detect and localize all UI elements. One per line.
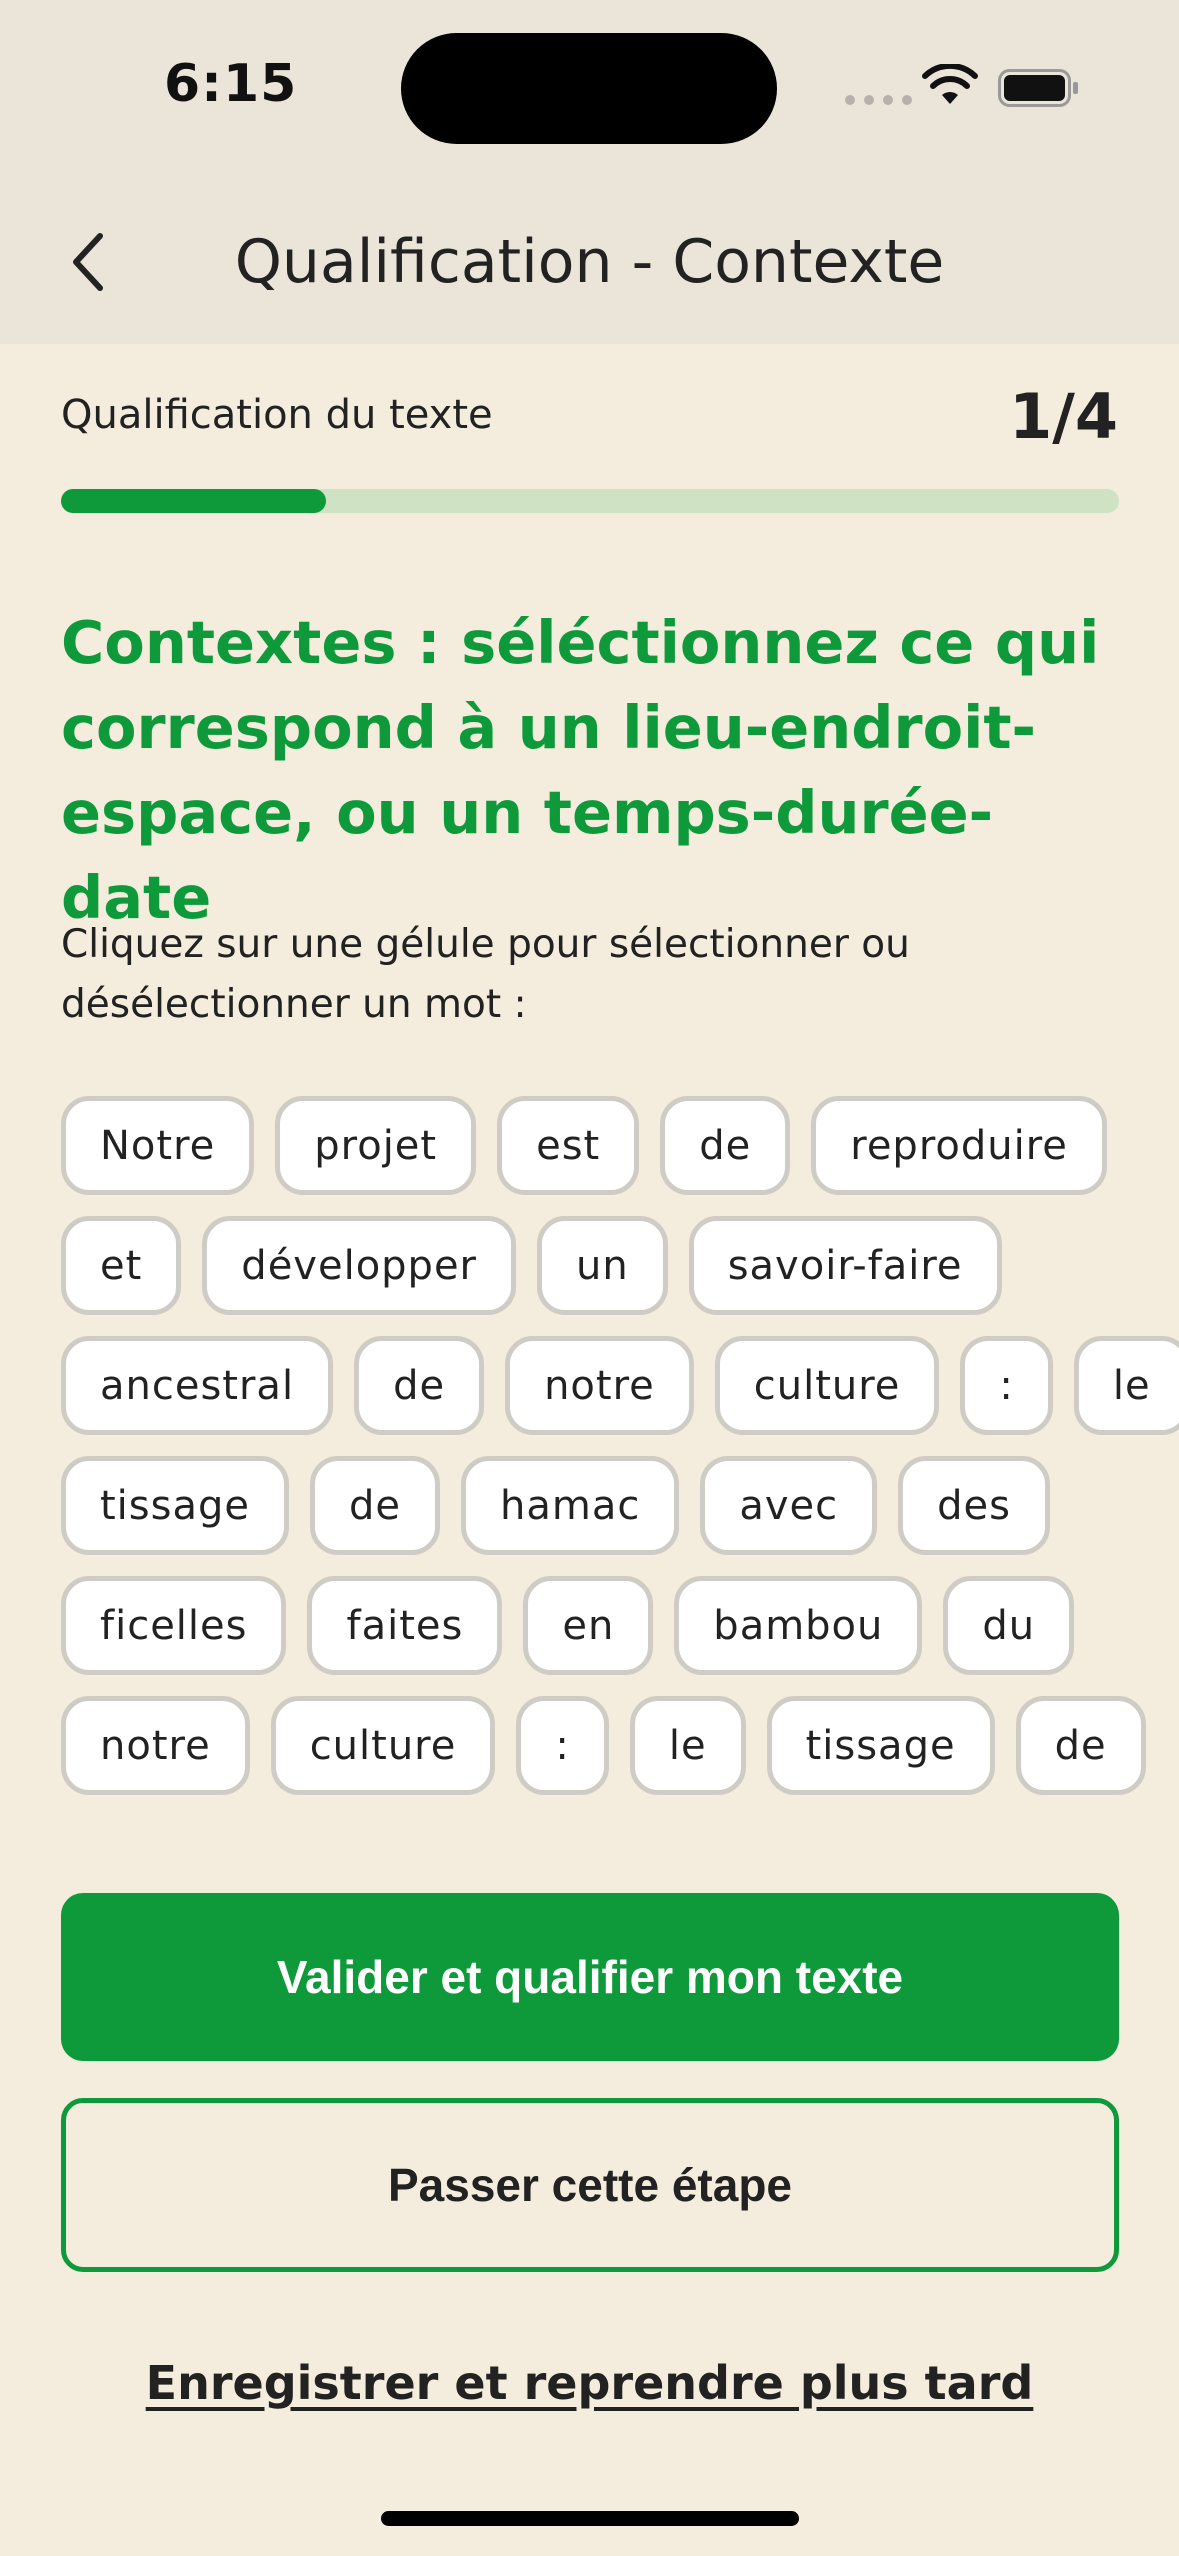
word-pill-row: Notre projet est de reproduire [61,1096,1121,1195]
word-pill[interactable]: un [537,1216,668,1315]
validate-button[interactable]: Valider et qualifier mon texte [61,1893,1119,2061]
progress-bar-fill [61,489,326,513]
screen: 6:15 Qualification - Contexte Qualificat… [0,0,1179,2556]
wifi-icon [922,64,978,104]
word-pill[interactable]: Notre [61,1096,255,1195]
word-pill[interactable]: du [943,1576,1075,1675]
word-pill[interactable]: hamac [461,1456,680,1555]
skip-step-button[interactable]: Passer cette étape [61,2098,1119,2272]
word-pill[interactable]: de [354,1336,485,1435]
word-pill[interactable]: culture [714,1336,940,1435]
word-pill[interactable]: : [516,1696,609,1795]
word-pill[interactable]: de [1015,1696,1146,1795]
word-pill[interactable]: tissage [766,1696,995,1795]
cellular-signal-icon [845,95,912,105]
word-pill-row: et développer un savoir-faire [61,1216,1121,1315]
word-pill-row: notre culture: le tissage de [61,1696,1146,1795]
word-pill[interactable]: des [898,1456,1050,1555]
word-pill[interactable]: notre [61,1696,250,1795]
progress-label: Qualification du texte [61,392,493,438]
page-title: Qualification - Contexte [234,227,945,297]
word-pill[interactable]: tissage [61,1456,289,1555]
progress-count: 1/4 [1009,380,1118,453]
word-pill[interactable]: projet [275,1096,477,1195]
word-pill[interactable]: notre [505,1336,694,1435]
word-pill[interactable]: culture [270,1696,496,1795]
word-pill[interactable]: bambou [674,1576,923,1675]
word-pill[interactable]: reproduire [811,1096,1107,1195]
dynamic-island [401,33,777,144]
word-pill[interactable]: faites [307,1576,503,1675]
word-pill-row: tissage de hamac avec des [61,1456,1121,1555]
word-pill-row: ancestral de notre culture: le [61,1336,1179,1435]
save-and-resume-later-link[interactable]: Enregistrer et reprendre plus tard [0,2356,1179,2410]
word-pill[interactable]: de [660,1096,791,1195]
word-pill[interactable]: de [310,1456,440,1555]
progress-bar [61,489,1119,513]
battery-icon [998,69,1078,107]
home-indicator [381,2511,799,2526]
status-time: 6:15 [164,54,298,114]
word-pill-list: Notre projet est de reproduire et développer un… [61,1096,1179,1816]
word-pill[interactable]: et [61,1216,182,1315]
word-pill[interactable]: est [497,1096,640,1195]
word-pill[interactable]: développer [202,1216,516,1315]
word-pill-row: ficelles faites en bambou du [61,1576,1121,1675]
instructions-text: Cliquez sur une gélule pour sélectionner… [61,922,910,1027]
word-pill[interactable]: ficelles [61,1576,287,1675]
word-pill[interactable]: le [629,1696,746,1795]
word-pill[interactable]: ancestral [61,1336,334,1435]
word-pill[interactable]: avec [700,1456,878,1555]
word-pill[interactable]: savoir-faire [688,1216,1002,1315]
word-pill[interactable]: en [523,1576,654,1675]
top-bar: 6:15 Qualification - Contexte [0,0,1179,344]
word-pill[interactable]: : [960,1336,1053,1435]
word-pill[interactable]: le [1073,1336,1179,1435]
question-title: Contextes : séléctionnez ce qui correspo… [61,608,1100,932]
